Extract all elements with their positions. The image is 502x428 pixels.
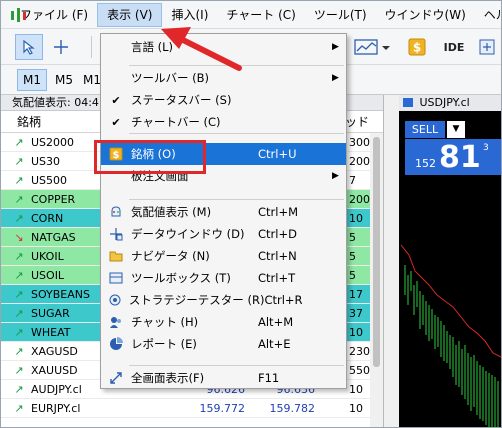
mt5-window: ファイル (F) 表示 (V) 挿入(I) チャート (C) ツール(T) ウイ… bbox=[0, 0, 502, 428]
annotation-arrow bbox=[161, 27, 242, 71]
